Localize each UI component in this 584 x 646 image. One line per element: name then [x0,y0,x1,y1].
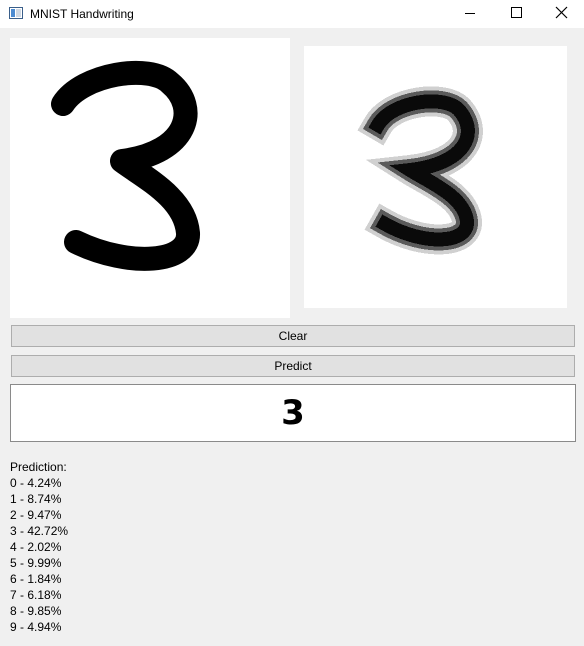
prediction-item: 3 - 42.72% [10,524,69,538]
maximize-icon [511,7,522,18]
close-button[interactable] [538,0,584,28]
window-title: MNIST Handwriting [30,7,134,21]
prediction-list: Prediction: 0 - 4.24% 1 - 8.74% 2 - 9.47… [10,459,310,635]
prediction-item: 0 - 4.24% [10,476,62,490]
predicted-digit: 3 [281,393,305,433]
maximize-button[interactable] [493,0,539,28]
prediction-item: 9 - 4.94% [10,620,62,634]
app-window-icon [9,7,23,19]
prediction-item: 1 - 8.74% [10,492,62,506]
prediction-item: 6 - 1.84% [10,572,62,586]
downsampled-digit-preview [357,86,483,255]
prediction-item: 5 - 9.99% [10,556,62,570]
prediction-item: 4 - 2.02% [10,540,62,554]
minimize-icon [465,13,475,14]
prediction-item: 2 - 9.47% [10,508,62,522]
prediction-item: 7 - 6.18% [10,588,62,602]
title-bar[interactable]: MNIST Handwriting [0,0,584,28]
prediction-item: 8 - 9.85% [10,604,62,618]
close-icon [555,6,568,19]
drawn-digit-stroke [51,60,200,271]
preview-canvas [304,46,567,308]
prediction-result-box: 3 [10,384,576,442]
drawing-canvas[interactable] [10,38,290,318]
minimize-button[interactable] [446,0,492,28]
prediction-heading: Prediction: [10,460,67,474]
predict-button[interactable]: Predict [11,355,575,377]
clear-button[interactable]: Clear [11,325,575,347]
